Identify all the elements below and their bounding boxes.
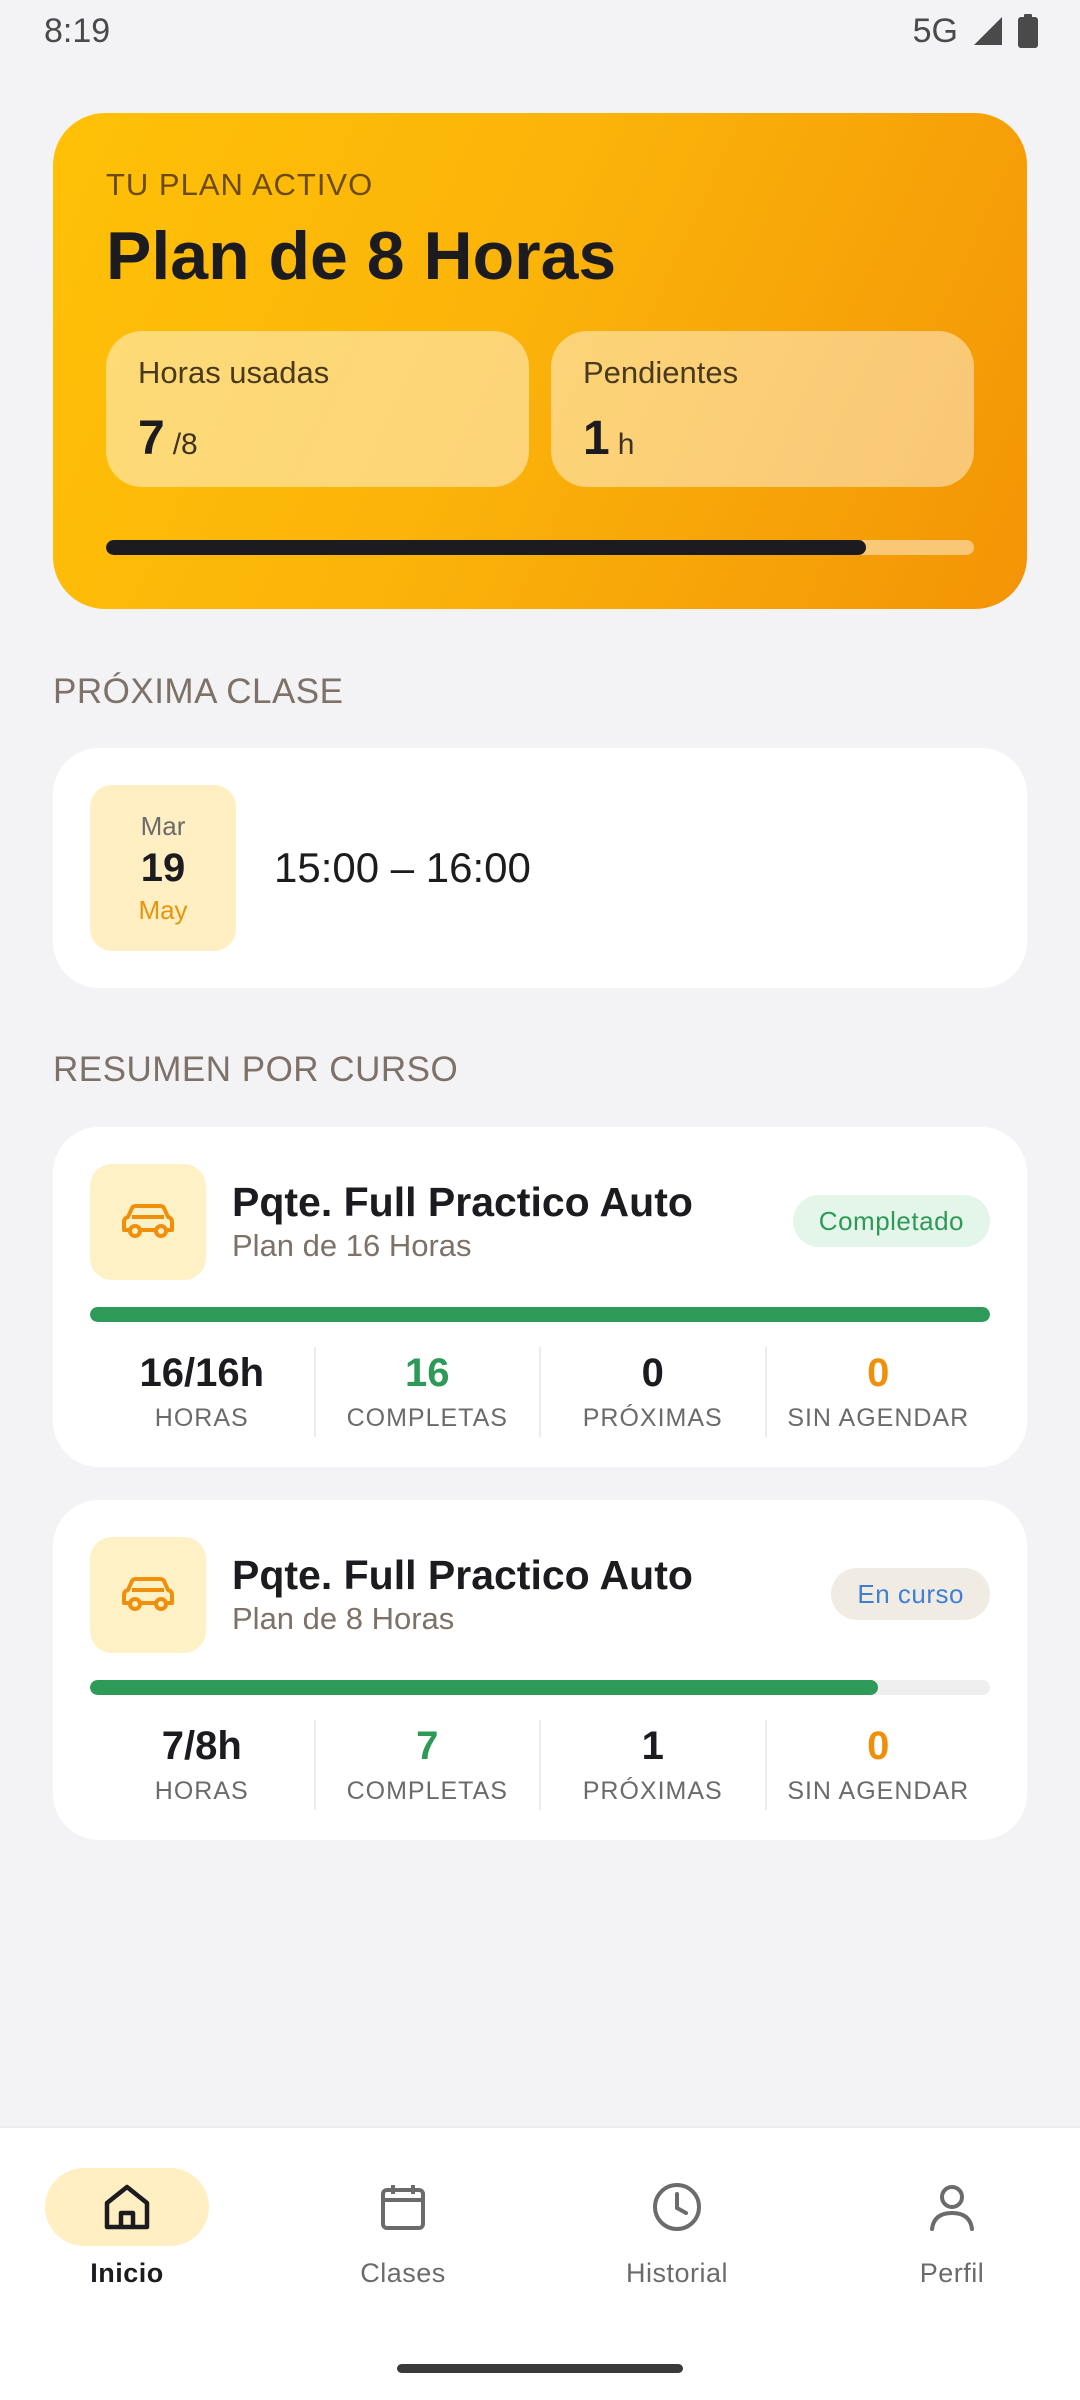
stat-hours-label: HORAS — [154, 1404, 249, 1432]
used-hours-total: /8 — [172, 428, 198, 461]
nav-pill-active — [45, 2168, 209, 2246]
course-progress-fill — [90, 1680, 878, 1695]
pending-hours-label: Pendientes — [583, 355, 739, 390]
course-progress-bar — [90, 1307, 990, 1322]
nav-pill — [870, 2168, 1034, 2246]
course-plan: Plan de 16 Horas — [232, 1228, 472, 1263]
nav-label: Historial — [625, 2258, 729, 2288]
clock-icon — [653, 2183, 701, 2231]
nav-item-inicio[interactable]: Inicio — [27, 2168, 227, 2289]
status-badge: Completado — [792, 1195, 990, 1247]
used-hours-box: Horas usadas 7 /8 — [106, 331, 529, 487]
date-day: 19 — [140, 845, 186, 890]
plan-progress-fill — [106, 540, 866, 555]
used-hours-value: 7 /8 — [138, 411, 497, 466]
course-name: Pqte. Full Practico Auto — [232, 1552, 693, 1598]
stat-unscheduled: 0 SIN AGENDAR — [767, 1347, 991, 1437]
network-label: 5G — [912, 11, 958, 50]
stat-hours-value: 7/8h — [161, 1724, 242, 1768]
course-plan: Plan de 8 Horas — [232, 1601, 455, 1636]
stat-unscheduled-label: SIN AGENDAR — [787, 1777, 970, 1805]
stat-upcoming: 0 PRÓXIMAS — [541, 1347, 767, 1437]
calendar-icon — [381, 2185, 425, 2230]
used-hours-label: Horas usadas — [138, 355, 330, 390]
pending-hours-number: 1 — [583, 412, 610, 465]
signal-icon — [974, 17, 1002, 45]
course-stats: 7/8h HORAS 7 COMPLETAS 1 PRÓXIMAS 0 SIN … — [90, 1720, 990, 1810]
plan-title: Plan de 8 Horas — [106, 218, 617, 294]
stat-completed: 7 COMPLETAS — [316, 1720, 541, 1810]
date-day-of-week: Mar — [140, 810, 186, 841]
bottom-navigation: Inicio Clases Historial Perfil — [0, 2126, 1080, 2400]
course-stats: 16/16h HORAS 16 COMPLETAS 0 PRÓXIMAS 0 S… — [90, 1347, 990, 1437]
stat-hours-value: 16/16h — [139, 1351, 265, 1395]
stat-upcoming-label: PRÓXIMAS — [582, 1404, 723, 1432]
car-icon — [90, 1537, 206, 1653]
home-indicator[interactable] — [397, 2364, 683, 2373]
stat-hours: 16/16h HORAS — [90, 1347, 316, 1437]
course-progress-bar — [90, 1680, 990, 1695]
stat-unscheduled-label: SIN AGENDAR — [787, 1404, 970, 1432]
stat-hours-label: HORAS — [154, 1777, 249, 1805]
nav-pill — [321, 2168, 485, 2246]
pending-hours-unit: h — [617, 428, 635, 461]
stat-completed-label: COMPLETAS — [346, 1404, 508, 1432]
car-icon — [90, 1164, 206, 1280]
date-month: May — [138, 894, 188, 925]
nav-label: Perfil — [919, 2258, 985, 2288]
pending-hours-value: 1 h — [583, 411, 942, 466]
person-icon — [930, 2185, 974, 2231]
pending-hours-box: Pendientes 1 h — [551, 331, 974, 487]
stat-completed: 16 COMPLETAS — [316, 1347, 541, 1437]
nav-label: Inicio — [90, 2258, 164, 2288]
active-plan-card: TU PLAN ACTIVO Plan de 8 Horas Horas usa… — [53, 113, 1027, 609]
course-progress-fill — [90, 1307, 990, 1322]
stat-upcoming: 1 PRÓXIMAS — [541, 1720, 767, 1810]
used-hours-number: 7 — [138, 412, 165, 465]
stat-hours: 7/8h HORAS — [90, 1720, 316, 1810]
stat-upcoming-value: 0 — [641, 1351, 664, 1395]
stat-unscheduled-value: 0 — [867, 1724, 890, 1768]
date-box: Mar 19 May — [90, 785, 236, 951]
plan-stats: Horas usadas 7 /8 Pendientes 1 h — [106, 331, 974, 487]
stat-unscheduled-value: 0 — [867, 1351, 890, 1395]
plan-kicker: TU PLAN ACTIVO — [106, 167, 374, 202]
stat-completed-value: 7 — [416, 1724, 439, 1768]
nav-item-perfil[interactable]: Perfil — [852, 2168, 1052, 2289]
stat-completed-value: 16 — [405, 1351, 450, 1395]
course-card[interactable]: Pqte. Full Practico Auto Plan de 16 Hora… — [53, 1127, 1027, 1467]
nav-pill — [595, 2168, 759, 2246]
status-badge: En curso — [831, 1568, 990, 1620]
nav-item-clases[interactable]: Clases — [303, 2168, 503, 2289]
next-class-time: 15:00 – 16:00 — [274, 844, 531, 891]
nav-item-historial[interactable]: Historial — [577, 2168, 777, 2289]
next-class-heading: PRÓXIMA CLASE — [53, 672, 344, 711]
summary-heading: RESUMEN POR CURSO — [53, 1050, 459, 1089]
course-name: Pqte. Full Practico Auto — [232, 1179, 693, 1225]
status-icons: 5G — [913, 12, 1038, 51]
course-card[interactable]: Pqte. Full Practico Auto Plan de 8 Horas… — [53, 1500, 1027, 1840]
stat-completed-label: COMPLETAS — [346, 1777, 508, 1805]
status-time: 8:19 — [44, 11, 111, 50]
battery-icon — [1018, 14, 1038, 48]
next-class-card[interactable]: Mar 19 May 15:00 – 16:00 — [53, 748, 1027, 988]
nav-label: Clases — [360, 2258, 446, 2288]
plan-progress-bar — [106, 540, 974, 555]
stat-upcoming-label: PRÓXIMAS — [582, 1777, 723, 1805]
stat-unscheduled: 0 SIN AGENDAR — [767, 1720, 991, 1810]
stat-upcoming-value: 1 — [641, 1724, 664, 1768]
home-icon — [104, 2184, 150, 2230]
status-bar: 8:19 5G — [0, 0, 1080, 62]
